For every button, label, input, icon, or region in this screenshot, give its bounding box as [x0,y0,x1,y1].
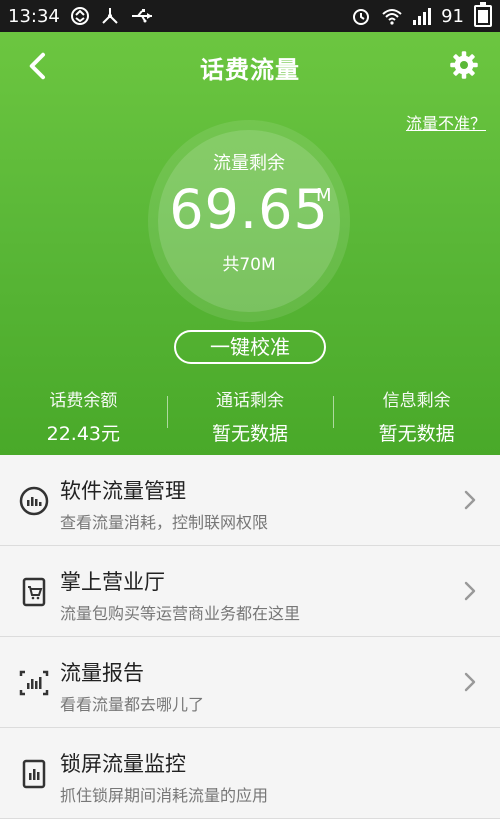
wifi-icon [381,6,402,26]
alarm-icon [351,6,371,26]
list-item-title: 流量报告 [60,661,144,685]
list-item-online-hall[interactable]: 掌上营业厅 流量包购买等运营商业务都在这里 [0,546,500,637]
shopping-cart-icon [22,577,46,607]
list-item-title: 锁屏流量监控 [60,752,186,776]
battery-level: 91 [441,5,464,27]
stat-label: 话费余额 [49,391,118,411]
usb-share-icon [100,6,120,26]
traffic-summary-panel: 话费流量 流量不准？ 流量剩余 69.65 M 共70M 一键校准 话费余额 2… [0,32,500,455]
title-bar: 话费流量 [0,32,500,98]
chevron-right-icon [464,672,476,692]
stat-label: 通话剩余 [216,391,284,411]
list-item-subtitle: 抓住锁屏期间消耗流量的应用 [60,786,269,805]
remaining-unit: M [316,185,332,206]
page-title: 话费流量 [200,56,300,84]
one-key-calibrate-button[interactable]: 一键校准 [174,330,326,364]
list-item-subtitle: 看看流量都去哪儿了 [60,695,205,714]
settings-button[interactable] [446,47,482,83]
status-time: 13:34 [8,5,60,27]
list-item-subtitle: 查看流量消耗，控制联网权限 [60,513,269,532]
stat-value: 22.43元 [46,423,121,445]
stat-label: 信息剩余 [382,391,451,411]
report-chart-icon [19,670,49,696]
stat-value: 暂无数据 [212,423,289,445]
data-inaccurate-link[interactable]: 流量不准？ [406,110,486,134]
status-bar: 13:34 91 [0,0,500,32]
sync-icon [70,6,90,26]
list-item-title: 软件流量管理 [60,479,186,503]
stat-sms-remaining[interactable]: 信息剩余 暂无数据 [333,386,500,446]
stat-value: 暂无数据 [378,423,455,445]
gear-icon [450,51,478,79]
chevron-right-icon [464,490,476,510]
list-item-traffic-report[interactable]: 流量报告 看看流量都去哪儿了 [0,637,500,728]
lock-monitor-icon [22,759,46,789]
stat-call-remaining[interactable]: 通话剩余 暂无数据 [166,386,334,446]
list-item-lockscreen-monitor[interactable]: 锁屏流量监控 抓住锁屏期间消耗流量的应用 [0,728,500,819]
stat-balance[interactable]: 话费余额 22.43元 [0,386,167,446]
balance-stats: 话费余额 22.43元 通话剩余 暂无数据 信息剩余 暂无数据 [0,386,500,446]
battery-icon [474,2,492,27]
list-item-subtitle: 流量包购买等运营商业务都在这里 [60,604,301,623]
usb-icon [130,6,152,26]
gauge-icon [19,486,49,516]
remaining-label: 流量剩余 [213,153,285,174]
feature-list: 软件流量管理 查看流量消耗，控制联网权限 掌上营业厅 流量包购买等运营商业务都在… [0,455,500,819]
total-quota: 共70M [222,255,276,275]
list-item-app-traffic[interactable]: 软件流量管理 查看流量消耗，控制联网权限 [0,455,500,546]
list-item-title: 掌上营业厅 [60,570,165,594]
signal-icon [411,6,432,26]
chevron-right-icon [464,581,476,601]
